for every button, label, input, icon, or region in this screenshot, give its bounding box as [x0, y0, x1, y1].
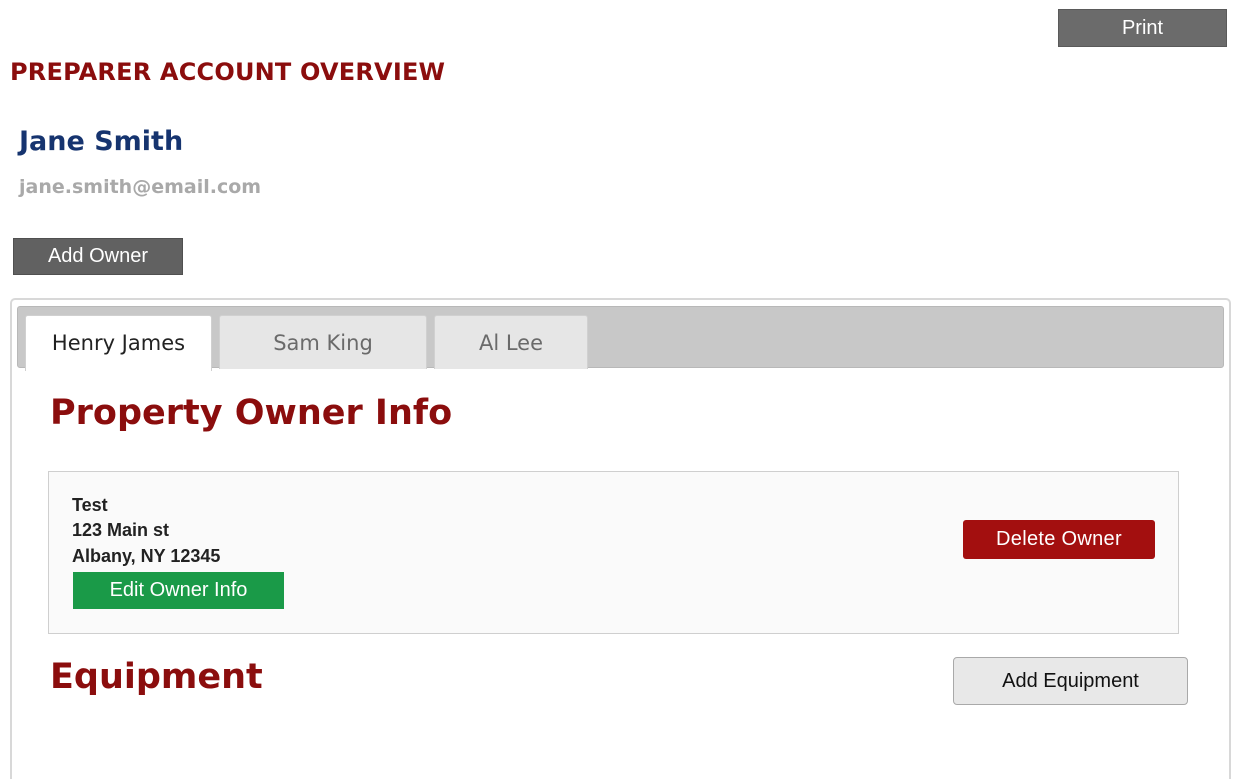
print-button[interactable]: Print [1058, 9, 1227, 47]
owner-tab-bar: Henry James Sam King Al Lee [17, 306, 1224, 371]
tab-sam-king[interactable]: Sam King [219, 315, 427, 369]
edit-owner-info-button[interactable]: Edit Owner Info [73, 572, 284, 609]
add-owner-button[interactable]: Add Owner [13, 238, 183, 275]
add-equipment-button[interactable]: Add Equipment [953, 657, 1188, 705]
tab-henry-james[interactable]: Henry James [25, 315, 212, 371]
tab-al-lee[interactable]: Al Lee [434, 315, 588, 369]
owner-address-line1: 123 Main st [72, 520, 170, 540]
account-overview-page: Print PREPARER ACCOUNT OVERVIEW Jane Smi… [0, 0, 1237, 779]
page-title: PREPARER ACCOUNT OVERVIEW [10, 58, 446, 86]
owner-info-card: Test 123 Main st Albany, NY 12345 Edit O… [48, 471, 1179, 634]
owner-panel: Henry James Sam King Al Lee Property Own… [10, 298, 1231, 779]
owner-name: Test [72, 495, 108, 515]
preparer-name: Jane Smith [19, 126, 184, 157]
owner-address-line2: Albany, NY 12345 [72, 546, 221, 566]
delete-owner-button[interactable]: Delete Owner [963, 520, 1155, 559]
equipment-heading: Equipment [50, 657, 263, 697]
property-owner-info-heading: Property Owner Info [50, 393, 453, 433]
preparer-email: jane.smith@email.com [19, 176, 262, 198]
